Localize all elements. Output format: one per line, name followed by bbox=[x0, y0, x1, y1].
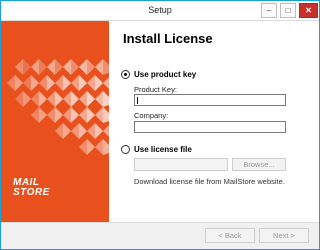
download-license-text: Download license file from MailStore web… bbox=[134, 177, 285, 186]
main-panel: Install License Use product key Product … bbox=[109, 21, 319, 222]
license-file-radio[interactable] bbox=[121, 145, 130, 154]
license-file-path-input bbox=[134, 158, 228, 171]
wizard-footer: < Back Next > bbox=[1, 222, 319, 249]
maximize-icon[interactable]: □ bbox=[280, 3, 296, 18]
minimize-icon[interactable]: – bbox=[261, 3, 277, 18]
close-icon[interactable]: ✕ bbox=[299, 3, 318, 18]
setup-window: Setup – □ ✕ MAIL STORE Install License U… bbox=[0, 0, 320, 250]
company-label: Company: bbox=[134, 111, 169, 120]
license-file-radio-label[interactable]: Use license file bbox=[134, 145, 192, 154]
radio-selected-dot bbox=[124, 73, 127, 76]
brand-sidebar: MAIL STORE bbox=[1, 21, 109, 222]
product-key-radio[interactable] bbox=[121, 70, 130, 79]
next-button: Next > bbox=[259, 228, 309, 243]
back-button: < Back bbox=[205, 228, 255, 243]
text-caret bbox=[137, 97, 138, 104]
mailstore-logo: MAIL STORE bbox=[13, 178, 73, 198]
title-bar: Setup – □ ✕ bbox=[1, 1, 319, 21]
product-key-radio-label[interactable]: Use product key bbox=[134, 70, 196, 79]
page-title: Install License bbox=[123, 31, 213, 46]
logo-line-2: STORE bbox=[13, 187, 50, 198]
company-input[interactable] bbox=[134, 121, 286, 133]
product-key-input[interactable] bbox=[134, 94, 286, 106]
product-key-label: Product Key: bbox=[134, 85, 177, 94]
browse-button: Browse... bbox=[232, 158, 286, 171]
